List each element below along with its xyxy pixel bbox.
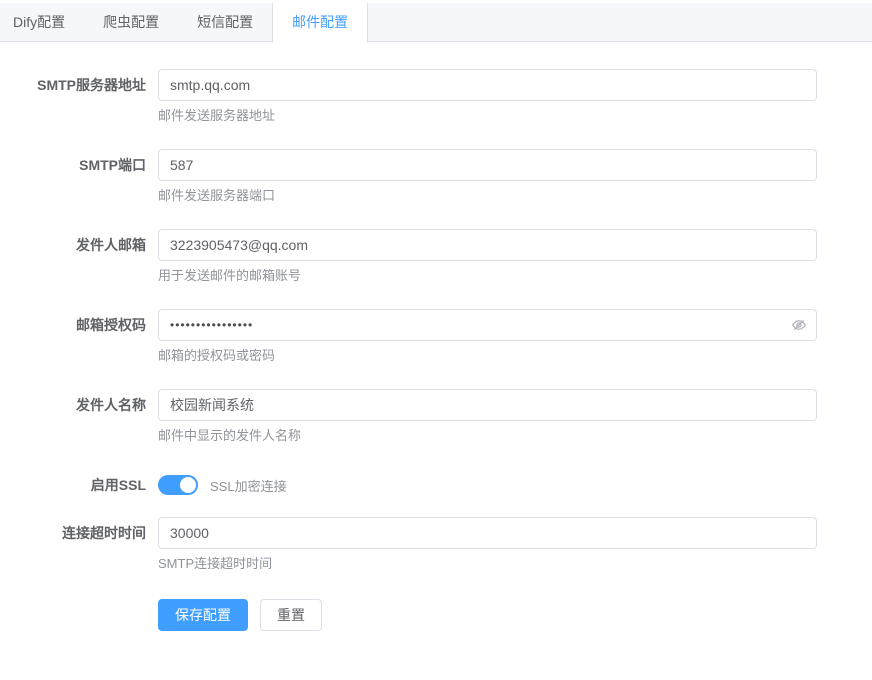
timeout-helper: SMTP连接超时时间 — [158, 555, 817, 573]
sender-name-helper: 邮件中显示的发件人名称 — [158, 427, 817, 445]
reset-button[interactable]: 重置 — [260, 599, 322, 631]
auth-code-input[interactable] — [158, 309, 817, 341]
smtp-port-input[interactable] — [158, 149, 817, 181]
form-item-sender-email: 发件人邮箱 用于发送邮件的邮箱账号 — [0, 229, 817, 285]
sender-name-label: 发件人名称 — [0, 389, 158, 445]
smtp-host-helper: 邮件发送服务器地址 — [158, 107, 817, 125]
config-tabs-bar: Dify配置 爬虫配置 短信配置 邮件配置 — [0, 3, 872, 42]
form-item-smtp-host: SMTP服务器地址 邮件发送服务器地址 — [0, 69, 817, 125]
smtp-port-label: SMTP端口 — [0, 149, 158, 205]
switch-knob — [180, 477, 196, 493]
smtp-host-input[interactable] — [158, 69, 817, 101]
actions-spacer — [0, 597, 158, 631]
form-item-smtp-port: SMTP端口 邮件发送服务器端口 — [0, 149, 817, 205]
ssl-switch-caption: SSL加密连接 — [210, 476, 287, 495]
enable-ssl-label: 启用SSL — [0, 469, 158, 501]
smtp-host-label: SMTP服务器地址 — [0, 69, 158, 125]
sender-email-label: 发件人邮箱 — [0, 229, 158, 285]
save-config-button[interactable]: 保存配置 — [158, 599, 248, 631]
tab-sms-config[interactable]: 短信配置 — [178, 3, 272, 42]
ssl-toggle-switch[interactable] — [158, 475, 198, 495]
form-item-enable-ssl: 启用SSL SSL加密连接 — [0, 469, 817, 501]
eye-hidden-icon[interactable] — [790, 316, 808, 334]
timeout-label: 连接超时时间 — [0, 517, 158, 573]
auth-code-label: 邮箱授权码 — [0, 309, 158, 365]
tab-email-config[interactable]: 邮件配置 — [272, 3, 368, 43]
auth-code-helper: 邮箱的授权码或密码 — [158, 347, 817, 365]
form-item-auth-code: 邮箱授权码 邮箱的授权码或密码 — [0, 309, 817, 365]
sender-email-helper: 用于发送邮件的邮箱账号 — [158, 267, 817, 285]
tab-crawler-config[interactable]: 爬虫配置 — [84, 3, 178, 42]
form-item-sender-name: 发件人名称 邮件中显示的发件人名称 — [0, 389, 817, 445]
email-config-form: SMTP服务器地址 邮件发送服务器地址 SMTP端口 邮件发送服务器端口 发件人… — [0, 42, 817, 631]
tab-dify-config[interactable]: Dify配置 — [0, 3, 84, 42]
smtp-port-helper: 邮件发送服务器端口 — [158, 187, 817, 205]
sender-name-input[interactable] — [158, 389, 817, 421]
form-actions-row: 保存配置 重置 — [0, 597, 817, 631]
timeout-input[interactable] — [158, 517, 817, 549]
sender-email-input[interactable] — [158, 229, 817, 261]
form-item-timeout: 连接超时时间 SMTP连接超时时间 — [0, 517, 817, 573]
